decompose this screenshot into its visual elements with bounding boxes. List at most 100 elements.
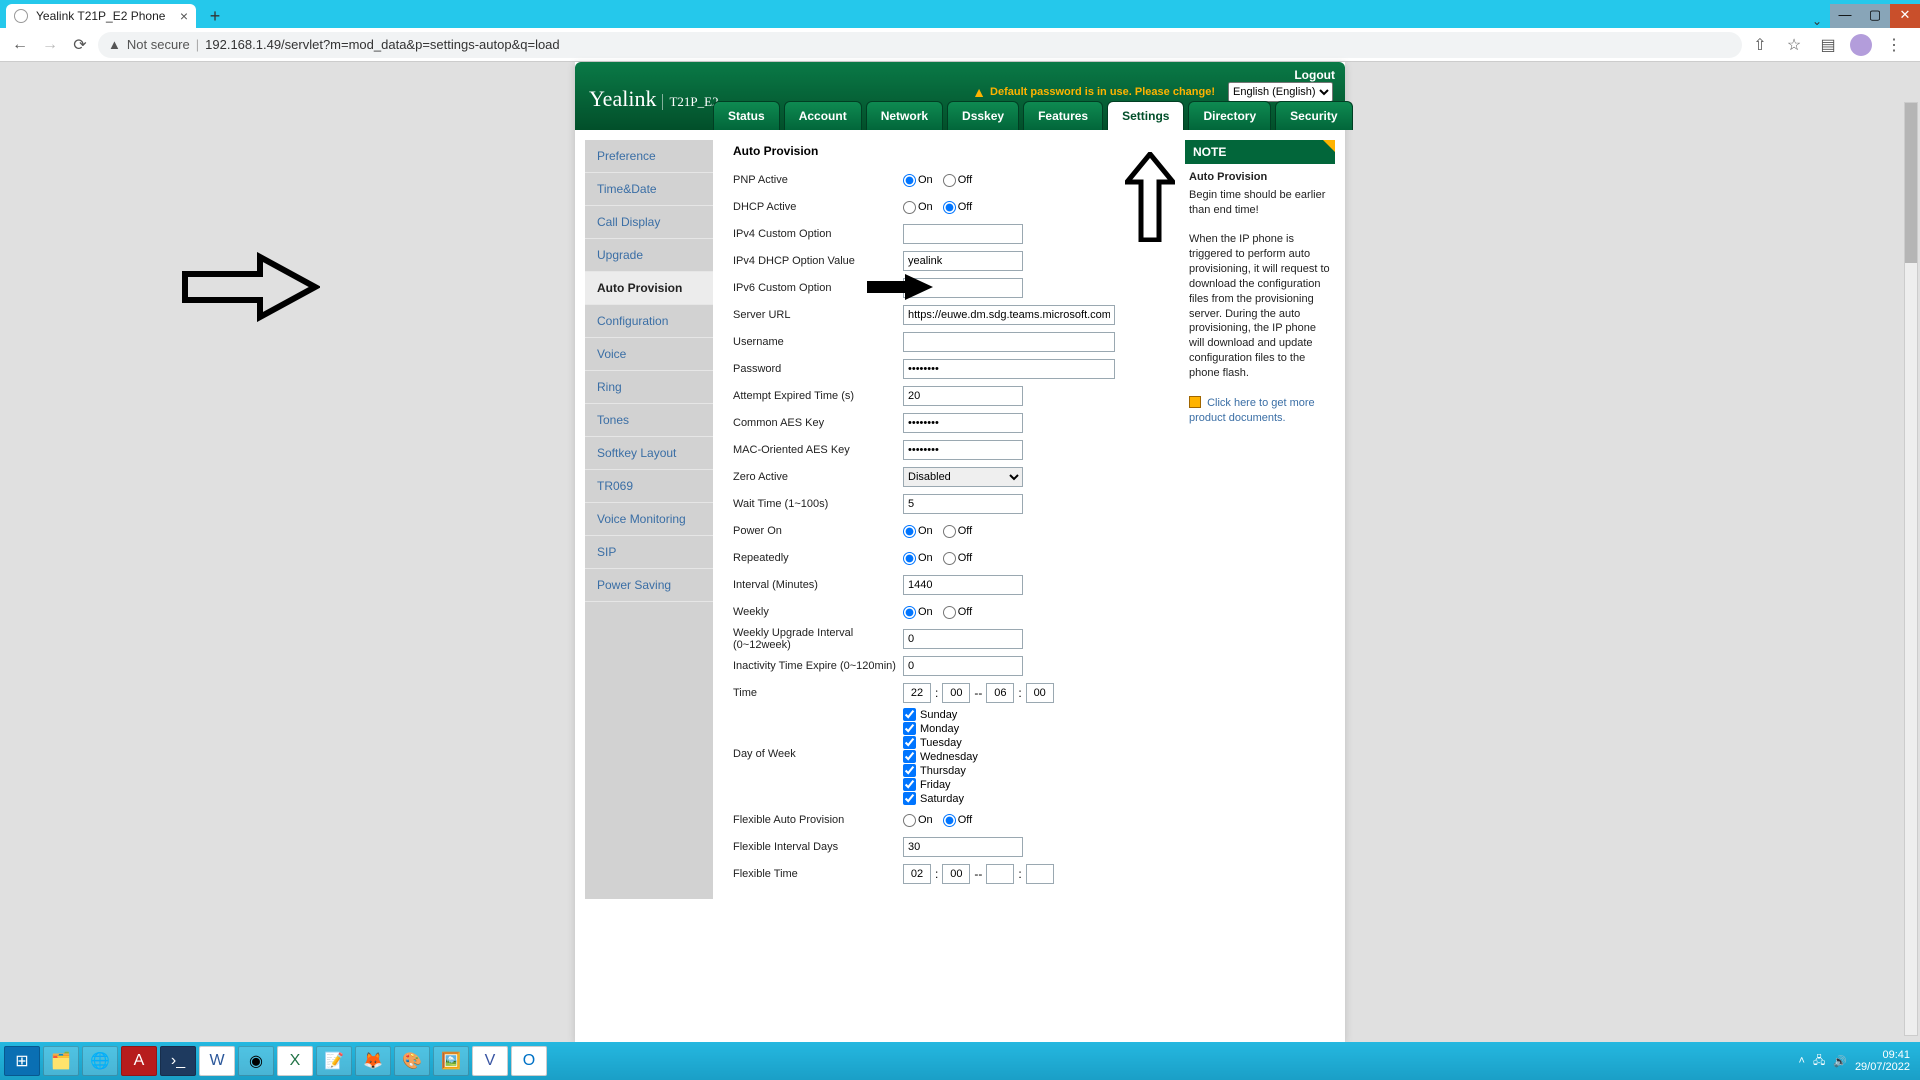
tab-directory[interactable]: Directory [1188, 101, 1271, 130]
close-icon[interactable]: × [180, 8, 188, 24]
repeat-off-radio[interactable] [943, 552, 956, 565]
logout-link[interactable]: Logout [1294, 68, 1335, 82]
sidebar-item-ring[interactable]: Ring [585, 371, 713, 404]
panel-icon[interactable]: ▤ [1816, 33, 1840, 57]
profile-avatar[interactable] [1850, 34, 1872, 56]
password-input[interactable] [903, 359, 1115, 379]
tray-chevron-icon[interactable]: ˄ [1799, 1055, 1805, 1067]
interval-input[interactable] [903, 575, 1023, 595]
flex-on-radio[interactable] [903, 814, 916, 827]
sidebar-item-auto-provision[interactable]: Auto Provision [585, 272, 713, 305]
day-monday-checkbox[interactable] [903, 722, 916, 735]
pdf-icon[interactable]: A [121, 1046, 157, 1076]
repeat-on-radio[interactable] [903, 552, 916, 565]
url-field[interactable]: ▲ Not secure | 192.168.1.49/servlet?m=mo… [98, 32, 1742, 58]
browser-tab-active[interactable]: Yealink T21P_E2 Phone × [6, 4, 196, 28]
weekly-on-radio[interactable] [903, 606, 916, 619]
sidebar-item-voice-monitoring[interactable]: Voice Monitoring [585, 503, 713, 536]
dhcp-on-radio[interactable] [903, 201, 916, 214]
flex-to-min-input[interactable] [1026, 864, 1054, 884]
photos-icon[interactable]: 🖼️ [433, 1046, 469, 1076]
close-window-button[interactable]: ✕ [1890, 4, 1920, 28]
username-input[interactable] [903, 332, 1115, 352]
ie-icon[interactable]: 🌐 [82, 1046, 118, 1076]
visio-icon[interactable]: V [472, 1046, 508, 1076]
day-friday[interactable]: Friday [903, 778, 978, 791]
sidebar-item-tones[interactable]: Tones [585, 404, 713, 437]
ipv4-custom-input[interactable] [903, 224, 1023, 244]
menu-icon[interactable]: ⋮ [1882, 33, 1906, 57]
day-tuesday-checkbox[interactable] [903, 736, 916, 749]
new-tab-button[interactable]: + [204, 6, 226, 28]
tab-settings[interactable]: Settings [1107, 101, 1184, 130]
flex-to-hour-input[interactable] [986, 864, 1014, 884]
weekly-upgrade-input[interactable] [903, 629, 1023, 649]
day-saturday[interactable]: Saturday [903, 792, 978, 805]
maximize-button[interactable]: ▢ [1860, 4, 1890, 28]
server-url-input[interactable] [903, 305, 1115, 325]
pnp-on-radio[interactable] [903, 174, 916, 187]
tab-status[interactable]: Status [713, 101, 780, 130]
powershell-icon[interactable]: ›_ [160, 1046, 196, 1076]
firefox-icon[interactable]: 🦊 [355, 1046, 391, 1076]
day-sunday[interactable]: Sunday [903, 708, 978, 721]
pnp-off-radio[interactable] [943, 174, 956, 187]
time-to-hour-input[interactable] [986, 683, 1014, 703]
tab-account[interactable]: Account [784, 101, 862, 130]
day-thursday-checkbox[interactable] [903, 764, 916, 777]
forward-button[interactable]: → [38, 33, 62, 57]
sidebar-item-call-display[interactable]: Call Display [585, 206, 713, 239]
day-wednesday[interactable]: Wednesday [903, 750, 978, 763]
notepad-icon[interactable]: 📝 [316, 1046, 352, 1076]
scrollbar[interactable] [1904, 102, 1918, 1036]
day-saturday-checkbox[interactable] [903, 792, 916, 805]
docs-link[interactable]: Click here to get more product documents… [1189, 397, 1315, 424]
outlook-icon[interactable]: O [511, 1046, 547, 1076]
mac-aes-input[interactable] [903, 440, 1023, 460]
tab-features[interactable]: Features [1023, 101, 1103, 130]
flex-from-hour-input[interactable] [903, 864, 931, 884]
back-button[interactable]: ← [8, 33, 32, 57]
flex-off-radio[interactable] [943, 814, 956, 827]
sidebar-item-voice[interactable]: Voice [585, 338, 713, 371]
chrome-icon[interactable]: ◉ [238, 1046, 274, 1076]
sidebar-item-upgrade[interactable]: Upgrade [585, 239, 713, 272]
day-friday-checkbox[interactable] [903, 778, 916, 791]
tab-network[interactable]: Network [866, 101, 943, 130]
day-tuesday[interactable]: Tuesday [903, 736, 978, 749]
sidebar-item-power-saving[interactable]: Power Saving [585, 569, 713, 602]
time-from-min-input[interactable] [942, 683, 970, 703]
ipv4-dhcp-value-input[interactable] [903, 251, 1023, 271]
time-from-hour-input[interactable] [903, 683, 931, 703]
weekly-off-radio[interactable] [943, 606, 956, 619]
ipv6-custom-input[interactable] [903, 278, 1023, 298]
sidebar-item-sip[interactable]: SIP [585, 536, 713, 569]
inactivity-input[interactable] [903, 656, 1023, 676]
reload-button[interactable]: ⟳ [68, 33, 92, 57]
dhcp-off-radio[interactable] [943, 201, 956, 214]
share-icon[interactable]: ⇧ [1748, 33, 1772, 57]
sidebar-item-preference[interactable]: Preference [585, 140, 713, 173]
tray-clock[interactable]: 09:41 29/07/2022 [1855, 1049, 1910, 1073]
star-icon[interactable]: ☆ [1782, 33, 1806, 57]
sidebar-item-configuration[interactable]: Configuration [585, 305, 713, 338]
language-select[interactable]: English (English) [1228, 82, 1333, 102]
day-wednesday-checkbox[interactable] [903, 750, 916, 763]
tab-security[interactable]: Security [1275, 101, 1352, 130]
poweron-off-radio[interactable] [943, 525, 956, 538]
day-monday[interactable]: Monday [903, 722, 978, 735]
day-sunday-checkbox[interactable] [903, 708, 916, 721]
common-aes-input[interactable] [903, 413, 1023, 433]
word-icon[interactable]: W [199, 1046, 235, 1076]
paint-icon[interactable]: 🎨 [394, 1046, 430, 1076]
zero-active-select[interactable]: Disabled [903, 467, 1023, 487]
poweron-on-radio[interactable] [903, 525, 916, 538]
tray-network-icon[interactable]: 🖧 [1813, 1052, 1825, 1071]
time-to-min-input[interactable] [1026, 683, 1054, 703]
attempt-time-input[interactable] [903, 386, 1023, 406]
day-thursday[interactable]: Thursday [903, 764, 978, 777]
flex-days-input[interactable] [903, 837, 1023, 857]
file-explorer-icon[interactable]: 🗂️ [43, 1046, 79, 1076]
wait-time-input[interactable] [903, 494, 1023, 514]
tray-sound-icon[interactable]: 🔊 [1833, 1055, 1847, 1068]
